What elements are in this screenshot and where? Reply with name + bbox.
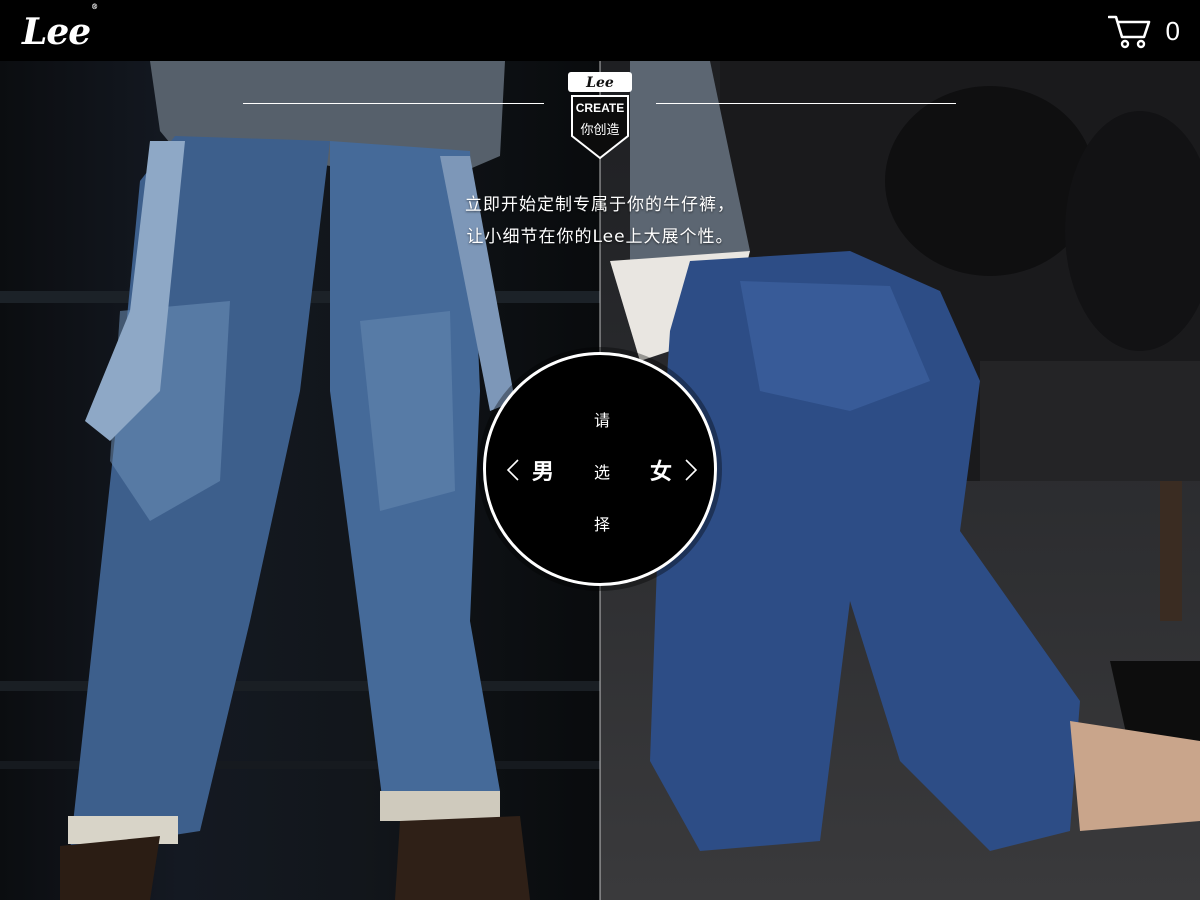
header-line-right	[656, 103, 956, 104]
cart-count: 0	[1165, 15, 1180, 46]
tagline-line-1: 立即开始定制专属于你的牛仔裤，	[465, 195, 735, 215]
prompt-char-3: 择	[593, 515, 610, 534]
prompt-char-2: 选	[593, 463, 610, 482]
header-line-left	[243, 103, 544, 104]
prompt-char-1: 请	[593, 411, 610, 430]
create-badge: Lee CREATE 你创造	[568, 72, 632, 160]
select-men-button[interactable]: 男	[506, 454, 554, 486]
brand-logo[interactable]: Lee®	[22, 2, 98, 53]
cart-icon	[1107, 15, 1150, 49]
cart-button[interactable]: 0	[1107, 12, 1180, 50]
tagline-line-2: 让小细节在你的Lee上大展个性。	[466, 227, 734, 247]
logo-text: Lee	[22, 11, 91, 53]
women-label: 女	[650, 460, 673, 485]
registered-mark: ®	[91, 2, 98, 11]
select-women-button[interactable]: 女	[650, 454, 698, 486]
men-label: 男	[532, 460, 555, 485]
badge-brand: Lee	[585, 75, 614, 91]
badge-word: CREATE	[576, 101, 624, 115]
chevron-left-icon	[506, 459, 519, 481]
chevron-right-icon	[685, 459, 698, 481]
top-bar: Lee® 0	[0, 0, 1200, 61]
badge-subtitle: 你创造	[580, 123, 619, 138]
gender-selector: 请 选 择 男 女	[483, 352, 717, 586]
